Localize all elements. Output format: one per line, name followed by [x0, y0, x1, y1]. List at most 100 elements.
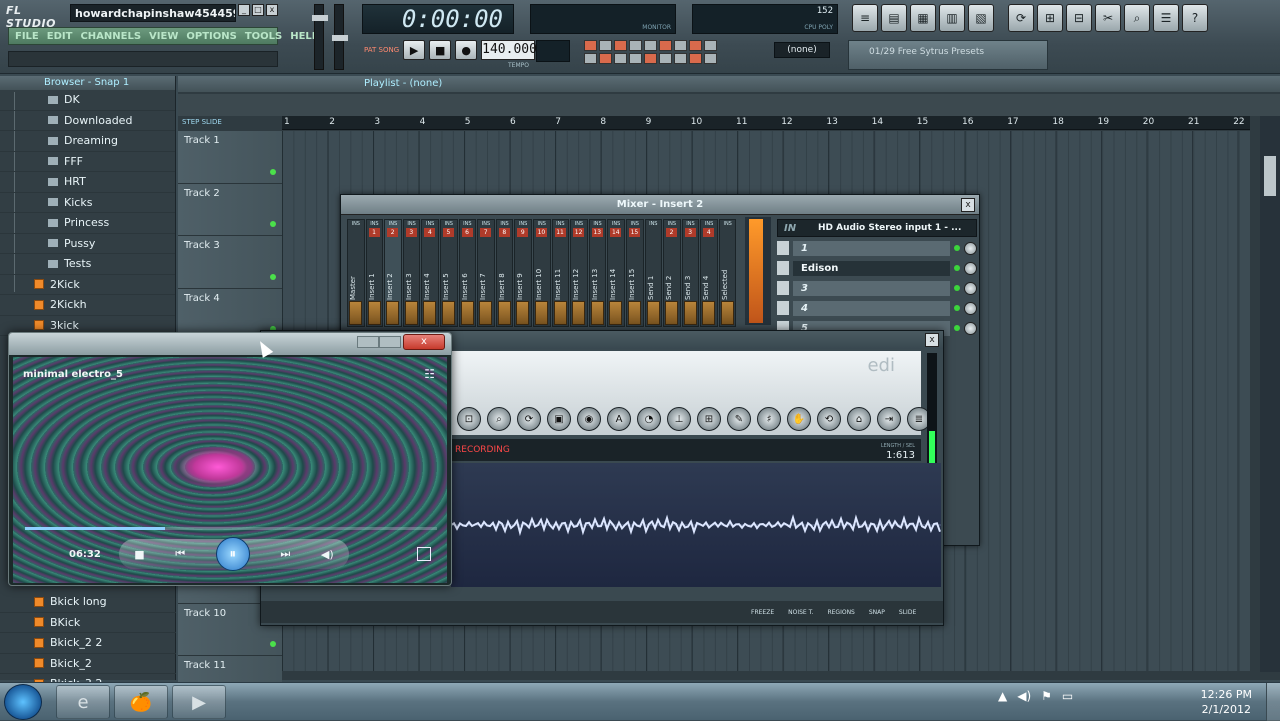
- strip-route-number[interactable]: 12: [573, 228, 585, 237]
- strip-route-number[interactable]: 6: [461, 228, 473, 237]
- edison-tool-icon[interactable]: ⌕: [487, 407, 511, 431]
- news-panel[interactable]: 01/29 Free Sytrus Presets: [848, 40, 1048, 70]
- seek-bar[interactable]: [25, 527, 437, 530]
- playlist-track[interactable]: Track 3: [178, 236, 282, 289]
- mixer-strip[interactable]: INS Send 1: [644, 219, 663, 327]
- track-mute-led[interactable]: [270, 273, 276, 280]
- track-mute-led[interactable]: [270, 168, 276, 175]
- pause-button[interactable]: ⏸: [215, 537, 250, 571]
- start-button[interactable]: [4, 684, 42, 720]
- strip-route-number[interactable]: 8: [498, 228, 510, 237]
- slot-mix-knob[interactable]: [964, 241, 977, 255]
- strip-route-number[interactable]: 15: [628, 228, 640, 237]
- browser-file[interactable]: Bkick_2 2: [0, 633, 176, 654]
- edison-tool-icon[interactable]: ♯: [757, 407, 781, 431]
- mixer-strip[interactable]: INS Selected: [718, 219, 737, 327]
- edison-tool-icon[interactable]: A: [607, 407, 631, 431]
- mixer-strip[interactable]: INS Master: [347, 219, 365, 327]
- edison-close-button[interactable]: x: [925, 333, 939, 347]
- mixer-strip[interactable]: INS 1 Insert 1: [365, 219, 384, 327]
- slot-enable-led[interactable]: [954, 285, 960, 291]
- toggle-button[interactable]: [614, 40, 627, 51]
- mixer-strip[interactable]: INS 9 Insert 9: [514, 219, 532, 327]
- browser-folder[interactable]: Dreaming: [0, 131, 175, 152]
- mixer-strip[interactable]: INS 14 Insert 14: [607, 219, 625, 327]
- toggle-button[interactable]: [644, 40, 657, 51]
- mixer-strip[interactable]: INS 3 Send 3: [681, 219, 700, 327]
- menu-channels[interactable]: CHANNELS: [80, 31, 141, 42]
- pattern-selector[interactable]: (none): [774, 42, 830, 58]
- slot-enable-led[interactable]: [954, 245, 960, 251]
- mixer-strip[interactable]: INS 3 Insert 3: [402, 219, 421, 327]
- browser-file[interactable]: 2Kick: [0, 275, 175, 295]
- edison-tool-icon[interactable]: ◔: [637, 407, 661, 431]
- show-desktop-button[interactable]: [1266, 683, 1280, 721]
- playlist-track[interactable]: Track 2: [178, 183, 282, 236]
- slot-enable-led[interactable]: [954, 325, 960, 331]
- strip-route-number[interactable]: 3: [405, 228, 417, 237]
- mixer-strip[interactable]: INS 7 Insert 7: [477, 219, 495, 327]
- edison-tool-icon[interactable]: ⇥: [877, 407, 901, 431]
- playlist-track[interactable]: Track 1: [178, 131, 282, 184]
- strip-route-number[interactable]: 7: [480, 228, 492, 237]
- close-button[interactable]: x: [266, 4, 278, 16]
- slide-toggle[interactable]: SLIDE: [899, 609, 916, 616]
- strip-route-number[interactable]: 4: [424, 228, 436, 237]
- help-icon[interactable]: ?: [1182, 4, 1208, 32]
- taskbar-media-player[interactable]: ▶: [172, 685, 226, 719]
- fx-slot-edison[interactable]: Edison: [777, 259, 977, 277]
- track-mute-led[interactable]: [270, 641, 276, 647]
- edison-tool-icon[interactable]: ⟳: [517, 407, 541, 431]
- edison-tool-icon[interactable]: ⟲: [817, 407, 841, 431]
- browser-icon[interactable]: ▥: [939, 4, 965, 32]
- menu-options[interactable]: OPTIONS: [186, 31, 236, 42]
- mixer-strip[interactable]: INS 8 Insert 8: [495, 219, 514, 327]
- minimize-button[interactable]: _: [238, 4, 250, 16]
- toggle-button[interactable]: [584, 40, 597, 51]
- player-close-button[interactable]: x: [403, 334, 445, 350]
- toggle-button[interactable]: [629, 53, 642, 64]
- strip-route-number[interactable]: 14: [610, 228, 622, 237]
- toggle-button[interactable]: [599, 53, 612, 64]
- edison-tool-icon[interactable]: ⊞: [697, 407, 721, 431]
- export-icon[interactable]: ⊟: [1066, 4, 1092, 32]
- play-button[interactable]: ▶: [403, 40, 426, 60]
- taskbar-internet-explorer[interactable]: e: [56, 685, 110, 719]
- waveform-view[interactable]: [451, 463, 941, 587]
- edison-tool-icon[interactable]: ⊡: [457, 407, 481, 431]
- strip-route-number[interactable]: 13: [591, 228, 603, 237]
- edison-tool-icon[interactable]: ▣: [547, 407, 571, 431]
- browser-file[interactable]: BKick: [0, 613, 176, 633]
- mixer-strip[interactable]: INS 2 Send 2: [663, 219, 681, 327]
- edison-tool-icon[interactable]: ⌂: [847, 407, 871, 431]
- volume-icon[interactable]: ◀): [1017, 689, 1031, 703]
- stop-button[interactable]: ■: [429, 40, 452, 60]
- scroll-thumb[interactable]: [1264, 156, 1276, 196]
- pat-song-switch[interactable]: PAT SONG: [364, 46, 399, 54]
- strip-route-number[interactable]: 3: [684, 228, 696, 237]
- mixer-strip[interactable]: INS 4 Insert 4: [421, 219, 439, 327]
- previous-icon[interactable]: ⏮: [175, 547, 185, 561]
- toggle-button[interactable]: [599, 40, 612, 51]
- toggle-button[interactable]: [689, 40, 702, 51]
- mixer-strip[interactable]: INS 2 Insert 2: [384, 219, 402, 327]
- toggle-button[interactable]: [704, 53, 717, 64]
- step-slide-switch[interactable]: STEP SLIDE: [182, 118, 222, 126]
- taskbar-fl-studio[interactable]: 🍊: [114, 685, 168, 719]
- player-maximize-button[interactable]: [379, 336, 401, 348]
- track-mute-led[interactable]: [270, 221, 276, 227]
- slot-enable-led[interactable]: [954, 265, 960, 271]
- strip-route-number[interactable]: 2: [666, 228, 678, 237]
- snap-toggle[interactable]: SNAP: [869, 609, 885, 616]
- input-selector[interactable]: IN HD Audio Stereo input 1 - ...: [777, 219, 977, 237]
- toggle-button[interactable]: [584, 53, 597, 64]
- next-icon[interactable]: ⏭: [280, 547, 290, 561]
- slot-mix-knob[interactable]: [964, 301, 977, 315]
- toggle-button[interactable]: [644, 53, 657, 64]
- mixer-strip[interactable]: INS 13 Insert 13: [588, 219, 607, 327]
- tempo-field[interactable]: 140.000: [481, 40, 537, 60]
- cut-icon[interactable]: ✂: [1095, 4, 1121, 32]
- slot-menu-icon[interactable]: [777, 281, 789, 295]
- slot-mix-knob[interactable]: [964, 261, 977, 275]
- playlist-ruler[interactable]: 1 2 3 4 5 6 7 8 9 10 11 12 13 14 15 16 17 18 19 20 21 22: [282, 116, 1250, 130]
